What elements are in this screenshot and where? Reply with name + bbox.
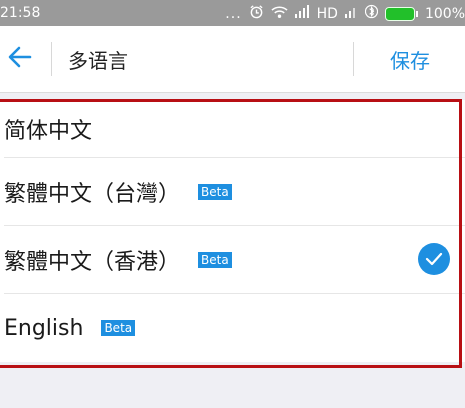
language-label: 简体中文	[4, 118, 93, 144]
status-icons: ... HD 100%	[218, 4, 465, 23]
language-label: 繁體中文（香港）	[4, 249, 181, 275]
header-divider	[353, 42, 354, 76]
page-title: 多语言	[68, 49, 128, 73]
language-option-english[interactable]: English Beta	[0, 294, 465, 362]
wifi-icon	[271, 5, 288, 23]
header-divider	[51, 42, 52, 76]
language-list: 简体中文 繁體中文（台灣） Beta 繁體中文（香港） Beta English…	[0, 100, 465, 362]
language-label: 繁體中文（台灣）	[4, 181, 181, 207]
language-option-traditional-chinese-taiwan[interactable]: 繁體中文（台灣） Beta	[0, 158, 465, 225]
language-label: English	[4, 315, 84, 341]
beta-badge: Beta	[198, 251, 232, 268]
battery-level: 100%	[424, 5, 465, 22]
back-button[interactable]	[0, 36, 40, 82]
beta-badge: Beta	[198, 183, 232, 200]
battery-icon	[384, 6, 418, 21]
network-type: HD	[316, 5, 338, 22]
checkmark-icon	[418, 243, 450, 275]
language-option-simplified-chinese[interactable]: 简体中文	[0, 100, 465, 157]
status-time: 21:58	[0, 5, 41, 21]
notification-dots: ...	[225, 5, 242, 22]
signal-icon	[294, 5, 310, 22]
alarm-icon	[249, 4, 264, 23]
language-option-traditional-chinese-hongkong[interactable]: 繁體中文（香港） Beta	[0, 226, 465, 293]
status-bar: 21:58 ... HD 100%	[0, 0, 465, 26]
top-bar: 多语言 保存	[0, 26, 465, 93]
save-button[interactable]: 保存	[390, 45, 430, 74]
signal-icon	[344, 6, 358, 22]
arrow-left-icon	[8, 46, 32, 72]
beta-badge: Beta	[101, 320, 136, 336]
bluetooth-icon	[364, 4, 379, 23]
